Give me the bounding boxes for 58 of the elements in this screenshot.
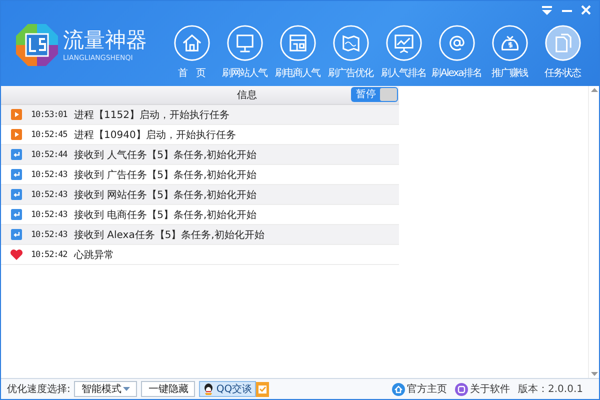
house-icon xyxy=(172,24,210,62)
logo-icon xyxy=(15,23,59,67)
log-message: 接收到 电商任务【5】条任务,初始化开始 xyxy=(74,208,257,222)
about-link[interactable]: 关于软件 xyxy=(455,382,510,396)
nav-tab[interactable]: 推广赚钱 xyxy=(483,24,536,80)
log-message: 进程【1152】启动，开始执行任务 xyxy=(74,108,230,122)
heart-icon xyxy=(10,249,22,260)
log-message: 接收到 广告任务【5】条任务,初始化开始 xyxy=(74,168,257,182)
monitor-icon xyxy=(226,24,264,62)
qq-chat-button[interactable]: QQ交谈 xyxy=(199,381,256,397)
log-time: 10:52:43 xyxy=(31,230,68,240)
log-time: 10:52:43 xyxy=(31,170,68,180)
log-time: 10:52:44 xyxy=(31,150,68,160)
hide-button[interactable]: 一键隐藏 xyxy=(141,381,196,397)
log-time: 10:52:43 xyxy=(31,190,68,200)
caret-icon xyxy=(123,386,130,392)
nav-tab[interactable]: 刷网站人气 xyxy=(218,24,271,80)
app-name: 流量神器 xyxy=(63,28,147,52)
log-message: 接收到 网站任务【5】条任务,初始化开始 xyxy=(74,188,257,202)
speed-dropdown[interactable]: 智能模式 xyxy=(74,381,138,397)
enter-icon xyxy=(10,169,22,180)
log-message: 进程【10940】启动，开始执行任务 xyxy=(74,128,236,142)
nav-tab[interactable]: 刷广告优化 xyxy=(324,24,377,80)
at-sign-icon xyxy=(438,24,476,62)
log-message: 接收到 Alexa任务【5】条任务,初始化开始 xyxy=(74,228,264,242)
toggle-knob[interactable] xyxy=(380,88,397,101)
nav-tab[interactable]: 刷电商人气 xyxy=(271,24,324,80)
log-message: 心跳异常 xyxy=(74,248,114,262)
nav-tab[interactable]: 刷人气排名 xyxy=(377,24,430,80)
speed-label: 优化速度选择: xyxy=(7,382,70,396)
play-icon xyxy=(10,109,22,120)
nav-tab[interactable]: 任务状态 xyxy=(536,24,589,80)
homepage-link[interactable]: 官方主页 xyxy=(392,382,447,396)
play-icon xyxy=(10,129,22,140)
column-header: 信息 xyxy=(237,88,257,102)
chart-board-icon xyxy=(384,24,422,62)
log-time: 10:52:43 xyxy=(31,210,68,220)
enter-icon xyxy=(10,229,22,240)
map-icon xyxy=(332,24,370,62)
documents-icon xyxy=(544,24,582,62)
nav-tab[interactable]: 刷Alexa排名 xyxy=(430,24,483,80)
log-message: 接收到 人气任务【5】条任务,初始化开始 xyxy=(74,148,257,162)
nav-tab[interactable]: 首 页 xyxy=(165,24,218,80)
house-icon xyxy=(392,382,405,396)
dropdown-menu-icon[interactable] xyxy=(541,5,553,15)
storefront-icon xyxy=(278,24,316,62)
enter-icon xyxy=(10,209,22,220)
version-text: 版本：2.0.0.1 xyxy=(518,382,583,396)
app-icon xyxy=(455,382,468,396)
enter-icon xyxy=(10,149,22,160)
log-time: 10:52:45 xyxy=(31,130,68,140)
log-time: 10:53:01 xyxy=(31,110,68,120)
enter-icon xyxy=(10,189,22,200)
close-icon[interactable] xyxy=(581,5,591,15)
penguin-icon xyxy=(203,383,214,395)
money-bag-icon xyxy=(490,24,528,62)
log-time: 10:52:42 xyxy=(31,250,68,260)
check-icon[interactable] xyxy=(256,382,270,396)
